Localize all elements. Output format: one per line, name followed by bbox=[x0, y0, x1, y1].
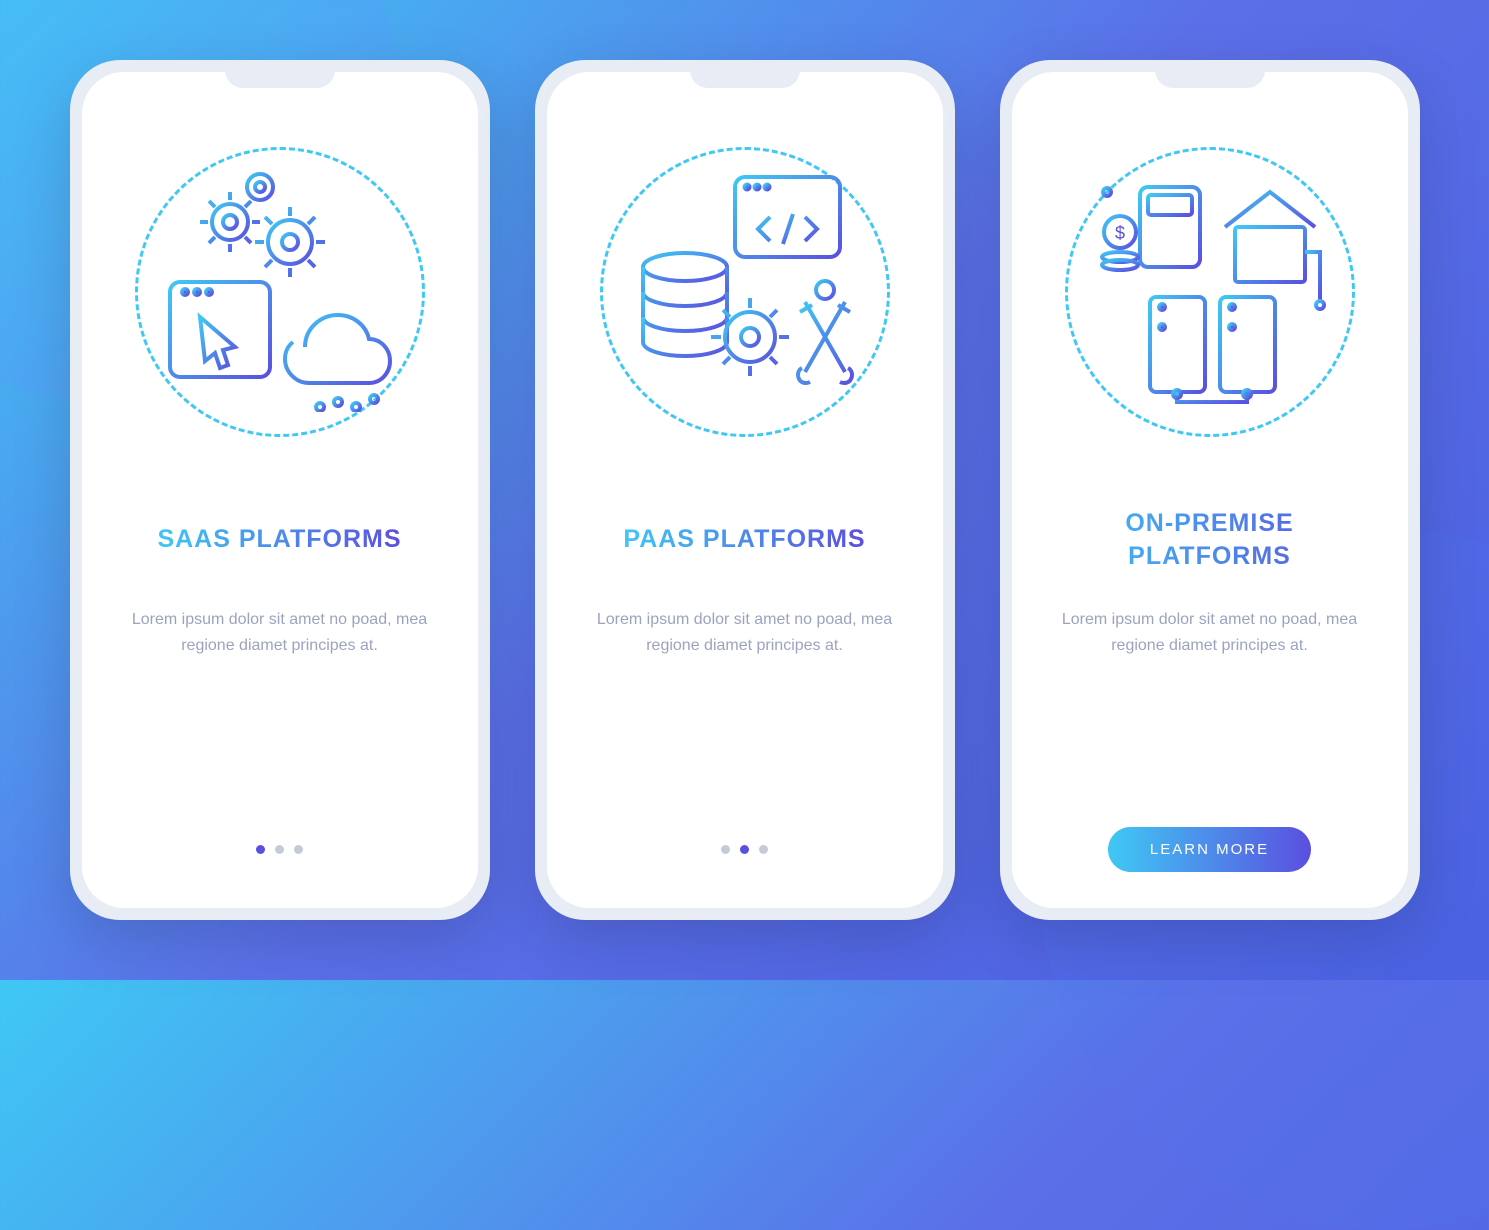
screen-body: Lorem ipsum dolor sit amet no poad, mea … bbox=[595, 607, 895, 658]
phone-notch bbox=[225, 60, 335, 88]
phone-notch bbox=[1155, 60, 1265, 88]
screen-title: PAAS PLATFORMS bbox=[623, 507, 865, 572]
paas-icon bbox=[625, 172, 865, 412]
saas-icon bbox=[160, 172, 400, 412]
svg-text:$: $ bbox=[1114, 223, 1124, 243]
illustration-circle bbox=[600, 147, 890, 437]
onboarding-screen-3: $ ON-PREMISE PLATFORMS Lorem ipsum d bbox=[1012, 72, 1408, 908]
page-indicator bbox=[582, 825, 908, 873]
illustration-circle bbox=[135, 147, 425, 437]
phone-mockup-1: SAAS PLATFORMS Lorem ipsum dolor sit ame… bbox=[70, 60, 490, 920]
screen-title: ON-PREMISE PLATFORMS bbox=[1047, 507, 1373, 572]
screen-body: Lorem ipsum dolor sit amet no poad, mea … bbox=[130, 607, 430, 658]
page-indicator bbox=[117, 825, 443, 873]
phone-notch bbox=[690, 60, 800, 88]
learn-more-button[interactable]: LEARN MORE bbox=[1108, 827, 1311, 872]
onpremise-icon: $ bbox=[1090, 172, 1330, 412]
screen-body: Lorem ipsum dolor sit amet no poad, mea … bbox=[1060, 607, 1360, 658]
phone-mockup-2: PAAS PLATFORMS Lorem ipsum dolor sit ame… bbox=[535, 60, 955, 920]
screen-title: SAAS PLATFORMS bbox=[157, 507, 401, 572]
onboarding-screen-2: PAAS PLATFORMS Lorem ipsum dolor sit ame… bbox=[547, 72, 943, 908]
illustration-circle: $ bbox=[1065, 147, 1355, 437]
onboarding-screen-1: SAAS PLATFORMS Lorem ipsum dolor sit ame… bbox=[82, 72, 478, 908]
dot-2[interactable] bbox=[740, 845, 749, 854]
cta-footer: LEARN MORE bbox=[1047, 825, 1373, 873]
dot-2[interactable] bbox=[275, 845, 284, 854]
dot-1[interactable] bbox=[256, 845, 265, 854]
dot-1[interactable] bbox=[721, 845, 730, 854]
phone-mockup-3: $ ON-PREMISE PLATFORMS Lorem ipsum d bbox=[1000, 60, 1420, 920]
dot-3[interactable] bbox=[294, 845, 303, 854]
dot-3[interactable] bbox=[759, 845, 768, 854]
